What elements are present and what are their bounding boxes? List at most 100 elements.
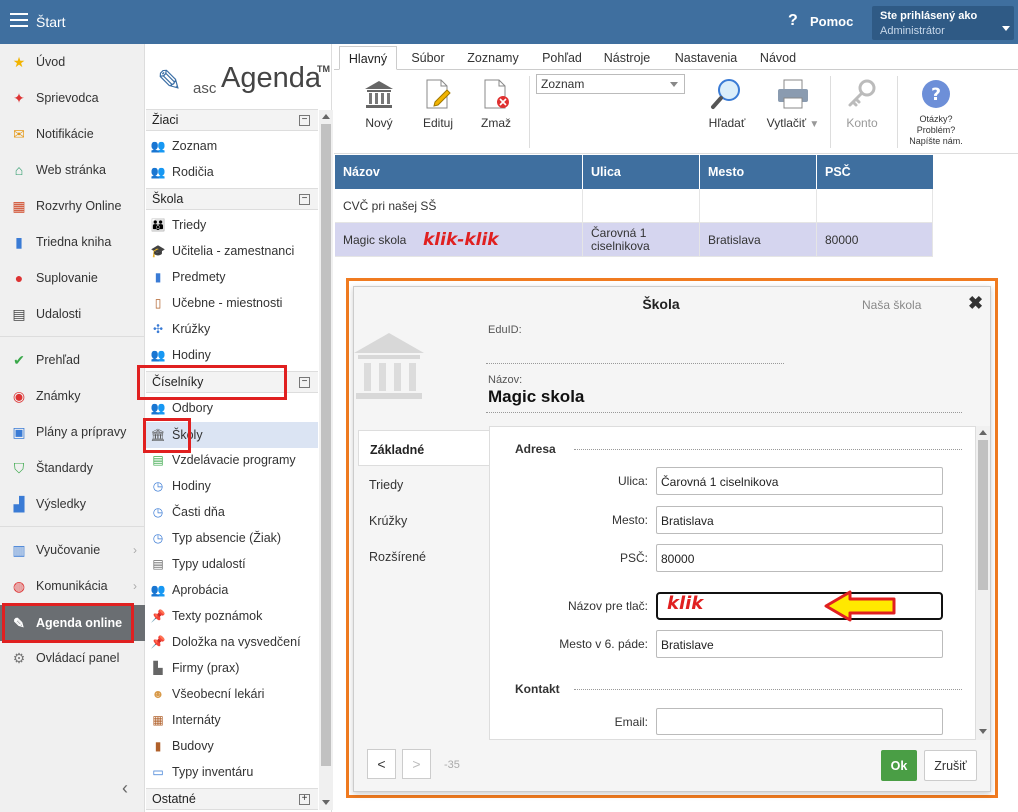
mid-item-zoznam[interactable]: 👥 Zoznam (146, 133, 318, 159)
column-header-ulica[interactable]: Ulica (583, 155, 700, 189)
nav-plany-a-pripravy[interactable]: ▣ Plány a prípravy (0, 415, 145, 449)
close-icon[interactable]: ✖ (968, 293, 983, 314)
dialog-tab-rozsirene[interactable]: Rozšírené (358, 538, 489, 574)
mid-item-dolozka[interactable]: 📌 Doložka na vysvedčení (146, 629, 318, 655)
dialog-tab-kruzky[interactable]: Krúžky (358, 502, 489, 538)
edit-button[interactable]: Edituj (413, 76, 463, 130)
mid-item-texty-poznamok[interactable]: 📌 Texty poznámok (146, 603, 318, 629)
mid-item-vzdelavacie-programy[interactable]: ▤ Vzdelávacie programy (146, 447, 318, 473)
mid-item-lekari[interactable]: ☻ Všeobecní lekári (146, 681, 318, 707)
mid-item-typy-inventaru[interactable]: ▭ Typy inventáru (146, 759, 318, 785)
section-skola[interactable]: Škola − (146, 188, 318, 210)
print-button[interactable]: Vytlačiť ▼ (762, 76, 824, 130)
book-icon: ▮ (15, 233, 23, 250)
section-ziaci[interactable]: Žiaci − (146, 109, 318, 131)
tab-subor[interactable]: Súbor (400, 46, 456, 70)
collapse-sidebar-icon[interactable]: ‹ (122, 778, 128, 799)
section-ostatne[interactable]: Ostatné + (146, 788, 318, 810)
mid-item-firmy[interactable]: ▙ Firmy (prax) (146, 655, 318, 681)
ok-button[interactable]: Ok (881, 750, 917, 781)
dialog-tab-triedy[interactable]: Triedy (358, 466, 489, 502)
ulica-label: Ulica: (617, 474, 648, 488)
school-name-field[interactable]: Magic skola (488, 387, 584, 407)
scrollbar-thumb[interactable] (978, 440, 988, 590)
building-icon: ▮ (154, 739, 162, 753)
nav-suplovanie[interactable]: ● Suplovanie (0, 261, 145, 295)
nav-notifikacie[interactable]: ✉ Notifikácie (0, 117, 145, 151)
panel-scrollbar[interactable] (319, 110, 333, 810)
scrollbar-thumb[interactable] (321, 124, 331, 766)
nav-prehlad[interactable]: ✔ Prehľad (0, 343, 145, 377)
scroll-up-icon[interactable] (979, 430, 987, 435)
eduid-field[interactable] (486, 363, 784, 364)
ulica-input[interactable]: Čarovná 1 ciselnikova (656, 467, 943, 495)
nav-triedna-kniha[interactable]: ▮ Triedna kniha (0, 225, 145, 259)
nav-uvod[interactable]: ★ Úvod (0, 45, 145, 79)
tab-nastroje[interactable]: Nástroje (596, 46, 658, 70)
new-button[interactable]: Nový (354, 76, 404, 130)
mid-item-triedy[interactable]: 👪 Triedy (146, 212, 318, 238)
mid-item-predmety[interactable]: ▮ Predmety (146, 264, 318, 290)
scroll-down-icon[interactable] (322, 800, 330, 805)
nav-web-stranka[interactable]: ⌂ Web stránka (0, 153, 145, 187)
new-button-label: Nový (365, 116, 393, 130)
nav-ovladaci-panel[interactable]: ⚙ Ovládací panel (0, 641, 145, 675)
collapse-icon[interactable]: − (299, 377, 310, 388)
column-header-mesto[interactable]: Mesto (700, 155, 817, 189)
ribbon-divider (897, 76, 898, 148)
mid-item-ucebne[interactable]: ▯ Učebne - miestnosti (146, 290, 318, 316)
mid-item-typy-udalosti[interactable]: ▤ Typy udalostí (146, 551, 318, 577)
mid-item-kruzky[interactable]: ✣ Krúžky (146, 316, 318, 342)
nav-znamky[interactable]: ◉ Známky (0, 379, 145, 413)
mid-item-ucitelia[interactable]: 🎓 Učitelia - zamestnanci (146, 238, 318, 264)
nav-standardy[interactable]: ⛉ Štandardy (0, 451, 145, 485)
delete-button[interactable]: Zmaž (471, 76, 521, 130)
user-menu[interactable]: Ste prihlásený ako Administrátor (872, 6, 1014, 40)
tab-nastavenia[interactable]: Nastavenia (668, 46, 744, 70)
collapse-icon[interactable]: − (299, 194, 310, 205)
mid-item-internaty[interactable]: ▦ Internáty (146, 707, 318, 733)
dialog-tab-zakladne[interactable]: Základné (358, 430, 489, 466)
scroll-down-icon[interactable] (979, 729, 987, 734)
view-select[interactable]: Zoznam (536, 74, 685, 94)
help-question-icon[interactable]: ? (788, 12, 798, 30)
mid-item-typ-absencie[interactable]: ◷ Typ absencie (Žiak) (146, 525, 318, 551)
nav-rozvrhy-online[interactable]: ▦ Rozvrhy Online (0, 189, 145, 223)
prev-record-button[interactable]: < (367, 749, 396, 779)
app-title[interactable]: Štart (36, 14, 66, 30)
column-header-psc[interactable]: PSČ (817, 155, 933, 189)
help-contact-button[interactable]: ? Otázky? Problém? Napíšte nám. (902, 76, 970, 147)
nav-sprievodca[interactable]: ✦ Sprievodca (0, 81, 145, 115)
email-input[interactable] (656, 708, 943, 735)
tab-hlavny[interactable]: Hlavný (339, 46, 397, 70)
dialog-scrollbar[interactable] (976, 426, 990, 740)
tab-zoznamy[interactable]: Zoznamy (460, 46, 526, 70)
tab-pohlad[interactable]: Pohľad (534, 46, 590, 70)
mid-item-hodiny-2[interactable]: ◷ Hodiny (146, 473, 318, 499)
mesto-input[interactable]: Bratislava (656, 506, 943, 534)
next-record-button[interactable]: > (402, 749, 431, 779)
column-header-nazov[interactable]: Názov (335, 155, 583, 189)
mid-item-rodicia[interactable]: 👥 Rodičia (146, 159, 318, 185)
collapse-icon[interactable]: − (299, 115, 310, 126)
scroll-up-icon[interactable] (322, 114, 330, 119)
mid-item-aprobacia[interactable]: 👥 Aprobácia (146, 577, 318, 603)
help-link[interactable]: Pomoc (810, 14, 853, 29)
nav-vysledky[interactable]: ▟ Výsledky (0, 487, 145, 521)
hamburger-menu-icon[interactable] (10, 13, 28, 27)
top-bar: Štart ? Pomoc Ste prihlásený ako Adminis… (0, 0, 1018, 44)
expand-icon[interactable]: + (299, 794, 310, 805)
nav-udalosti[interactable]: ▤ Udalosti (0, 297, 145, 331)
mesto6-input[interactable]: Bratislave (656, 630, 943, 658)
dropdown-arrow-icon[interactable]: ▼ (809, 119, 819, 130)
cancel-button[interactable]: Zrušiť (924, 750, 977, 781)
nav-vyucovanie[interactable]: ▥ Vyučovanie › (0, 533, 145, 567)
psc-input[interactable]: 80000 (656, 544, 943, 572)
nav-komunikacia[interactable]: ◍ Komunikácia › (0, 569, 145, 603)
tab-navod[interactable]: Návod (752, 46, 804, 70)
search-button[interactable]: Hľadať (702, 76, 752, 130)
mid-item-budovy[interactable]: ▮ Budovy (146, 733, 318, 759)
account-button[interactable]: Konto (837, 76, 887, 130)
building-icon: ▦ (152, 713, 164, 727)
mid-item-casti-dna[interactable]: ◷ Časti dňa (146, 499, 318, 525)
